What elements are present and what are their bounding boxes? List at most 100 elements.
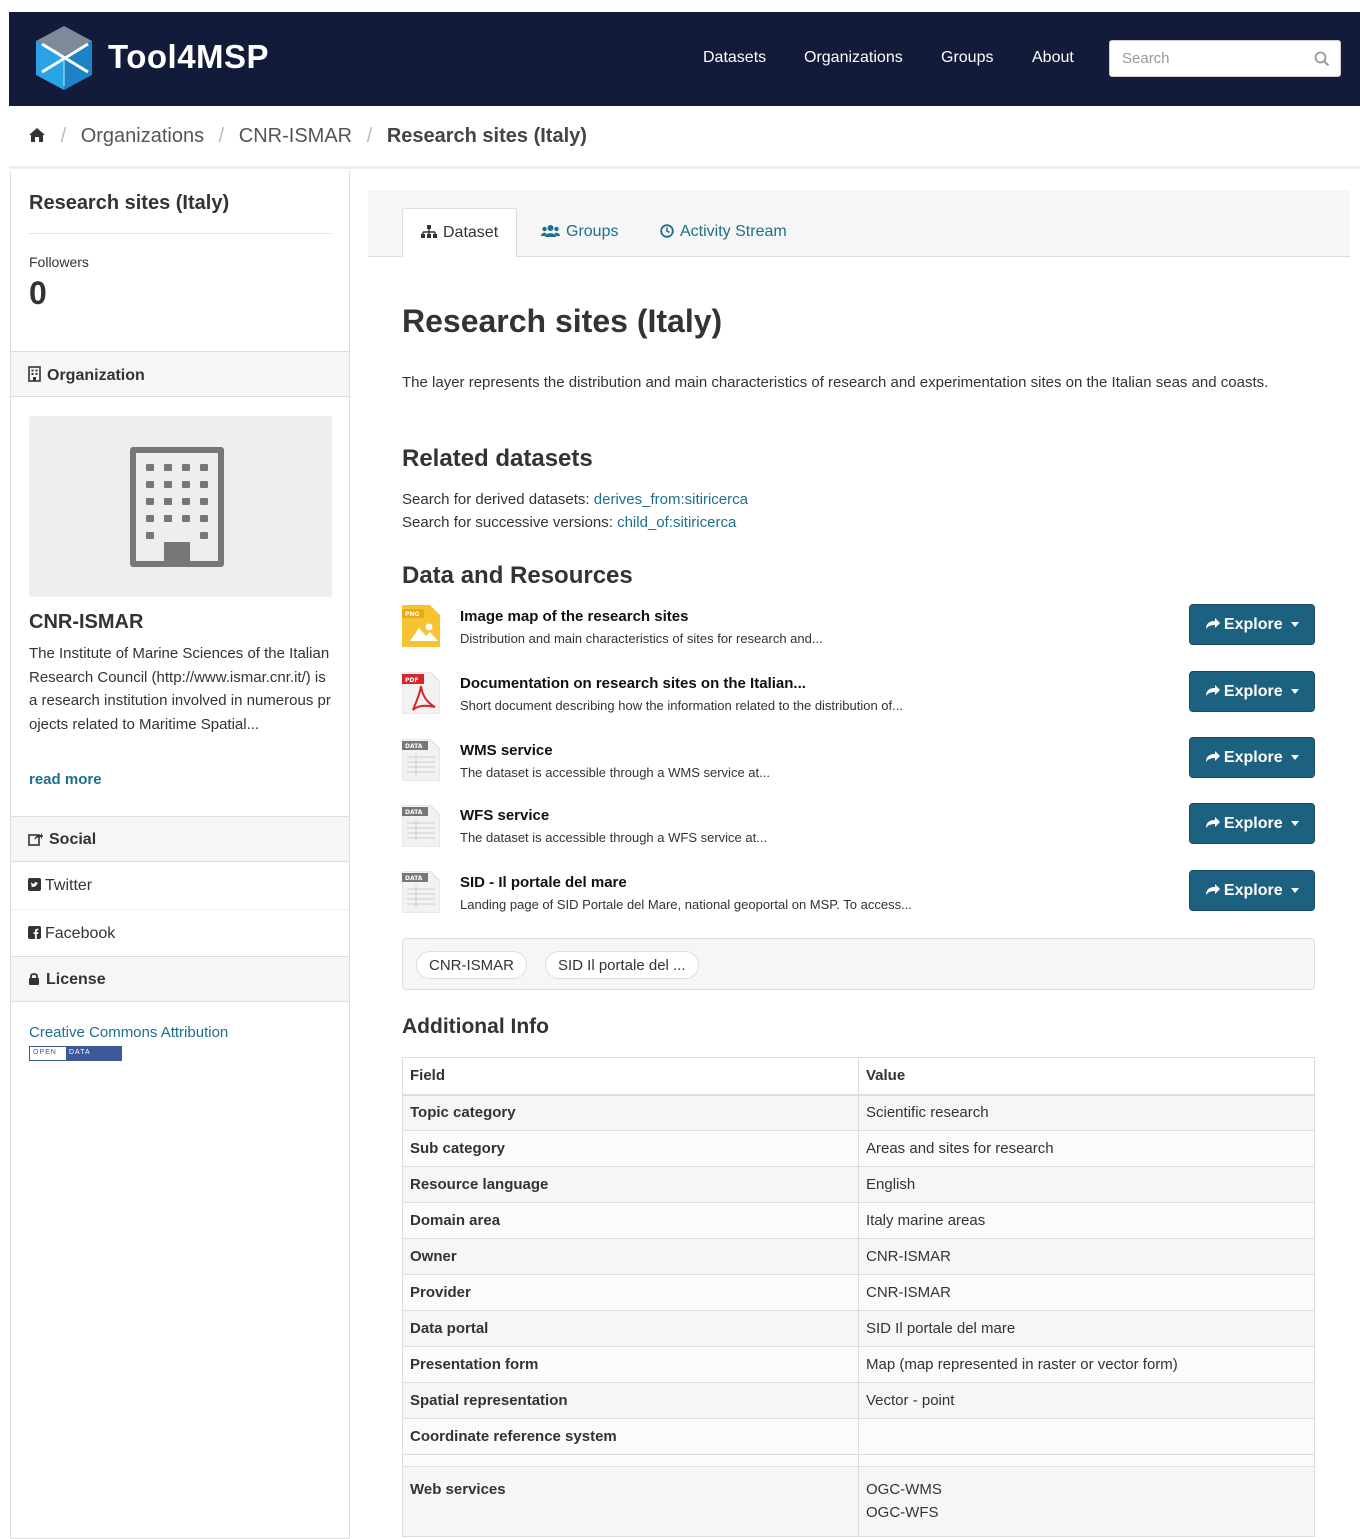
share-arrow-icon — [1205, 618, 1220, 629]
derived-datasets-line: Search for derived datasets: derives_fro… — [402, 491, 748, 508]
resource-title[interactable]: Documentation on research sites on the I… — [460, 675, 806, 692]
field-cell: Coordinate reference system — [402, 1418, 859, 1455]
web-service-value: OGC-WFS — [866, 1504, 939, 1521]
explore-label: Explore — [1223, 616, 1283, 633]
resource-description: The dataset is accessible through a WFS … — [460, 830, 768, 845]
breadcrumb-organizations[interactable]: Organizations — [81, 125, 204, 147]
brand-name[interactable]: Tool4MSP — [108, 38, 269, 76]
data-format-icon: DATA — [402, 871, 440, 913]
resource-title[interactable]: WMS service — [460, 742, 553, 759]
explore-button[interactable]: Explore — [1189, 803, 1315, 844]
tool4msp-logo-icon[interactable] — [33, 24, 95, 92]
field-cell: Presentation form — [402, 1346, 859, 1383]
open-data-badge[interactable]: OPEN DATA — [29, 1046, 122, 1061]
resource-title[interactable]: Image map of the research sites — [460, 608, 688, 625]
derived-datasets-link[interactable]: derives_from:sitiricerca — [594, 491, 748, 508]
breadcrumb-separator: / — [218, 125, 225, 147]
breadcrumb-divider — [9, 166, 1360, 169]
caret-down-icon — [1291, 821, 1300, 826]
value-cell — [858, 1418, 1315, 1455]
related-datasets-heading: Related datasets — [402, 445, 593, 472]
explore-label: Explore — [1223, 749, 1283, 766]
facebook-label[interactable]: Facebook — [45, 925, 115, 942]
tags-list: CNR-ISMAR SID Il portale del ... — [402, 938, 1315, 990]
open-data-badge-open: OPEN — [33, 1049, 57, 1056]
tab-groups[interactable]: Groups — [541, 208, 618, 257]
resource-title[interactable]: SID - Il portale del mare — [460, 874, 627, 891]
value-cell: Italy marine areas — [858, 1202, 1315, 1239]
breadcrumb-separator: / — [366, 125, 373, 147]
field-cell: Sub category — [402, 1130, 859, 1167]
nav-about[interactable]: About — [1032, 49, 1074, 67]
share-arrow-icon — [1205, 685, 1220, 696]
search-box — [1109, 40, 1341, 77]
caret-down-icon — [1291, 622, 1300, 627]
value-cell: Areas and sites for research — [858, 1130, 1315, 1167]
share-arrow-icon — [1205, 751, 1220, 762]
tab-activity-stream[interactable]: Activity Stream — [660, 208, 787, 257]
share-arrow-icon — [1205, 884, 1220, 895]
nav-datasets[interactable]: Datasets — [703, 49, 766, 67]
sitemap-icon — [421, 225, 437, 238]
organization-image[interactable] — [29, 416, 332, 597]
organization-description: The Institute of Marine Sciences of the … — [29, 645, 331, 733]
caret-down-icon — [1291, 755, 1300, 760]
field-cell: Data portal — [402, 1310, 859, 1347]
twitter-link[interactable]: Twitter — [11, 862, 349, 910]
facebook-link[interactable]: Facebook — [11, 910, 349, 958]
followers-count: 0 — [29, 275, 47, 311]
tab-activity-stream-label: Activity Stream — [680, 223, 787, 240]
license-header: License — [11, 956, 349, 1002]
field-cell: Web services — [402, 1466, 859, 1537]
organization-header: Organization — [11, 351, 349, 397]
users-icon — [541, 225, 560, 237]
license-link[interactable]: Creative Commons Attribution — [29, 1024, 228, 1041]
read-more-link[interactable]: read more — [29, 771, 102, 788]
explore-button[interactable]: Explore — [1189, 604, 1315, 645]
twitter-icon — [28, 878, 41, 891]
tab-dataset-label: Dataset — [443, 224, 499, 241]
breadcrumb: / Organizations / CNR-ISMAR / Research s… — [28, 125, 587, 148]
table-header-value: Value — [858, 1057, 1315, 1096]
explore-button[interactable]: Explore — [1189, 737, 1315, 778]
search-input[interactable] — [1110, 41, 1300, 76]
resource-description: Distribution and main characteristics of… — [460, 631, 823, 646]
nav-groups[interactable]: Groups — [941, 49, 993, 67]
organization-header-label: Organization — [47, 367, 145, 384]
field-cell: Provider — [402, 1274, 859, 1311]
dataset-notes: The layer represents the distribution an… — [402, 374, 1269, 391]
clock-icon — [660, 224, 674, 238]
value-cell: Vector - point — [858, 1382, 1315, 1419]
resource-title[interactable]: WFS service — [460, 807, 549, 824]
value-cell: CNR-ISMAR — [858, 1238, 1315, 1275]
breadcrumb-organization[interactable]: CNR-ISMAR — [239, 125, 352, 147]
pdf-format-icon: PDF — [402, 672, 440, 714]
table-row: Topic category Scientific research — [402, 1094, 1315, 1131]
value-cell: Map (map represented in raster or vector… — [858, 1346, 1315, 1383]
caret-down-icon — [1291, 888, 1300, 893]
tab-groups-label: Groups — [566, 223, 619, 240]
social-header: Social — [11, 816, 349, 862]
lock-icon — [29, 973, 39, 985]
explore-label: Explore — [1223, 683, 1283, 700]
tab-dataset[interactable]: Dataset — [402, 208, 518, 258]
explore-button[interactable]: Explore — [1189, 671, 1315, 712]
table-header-field: Field — [402, 1057, 859, 1096]
additional-info-heading: Additional Info — [402, 1015, 549, 1038]
explore-button[interactable]: Explore — [1189, 870, 1315, 911]
table-row: Spatial representation Vector - point — [402, 1382, 1315, 1419]
successive-versions-link[interactable]: child_of:sitiricerca — [617, 514, 736, 531]
breadcrumb-dataset[interactable]: Research sites (Italy) — [387, 125, 587, 147]
field-cell: Domain area — [402, 1202, 859, 1239]
successive-versions-line: Search for successive versions: child_of… — [402, 514, 736, 531]
field-cell: Resource language — [402, 1166, 859, 1203]
home-icon[interactable] — [28, 127, 46, 143]
value-cell: Scientific research — [858, 1094, 1315, 1131]
tag-pill[interactable]: CNR-ISMAR — [416, 951, 527, 979]
page-title: Research sites (Italy) — [402, 303, 723, 339]
value-cell: SID Il portale del mare — [858, 1310, 1315, 1347]
nav-organizations[interactable]: Organizations — [804, 49, 903, 67]
tag-pill[interactable]: SID Il portale del ... — [545, 951, 699, 979]
twitter-label[interactable]: Twitter — [45, 877, 92, 894]
search-icon[interactable] — [1314, 51, 1330, 67]
